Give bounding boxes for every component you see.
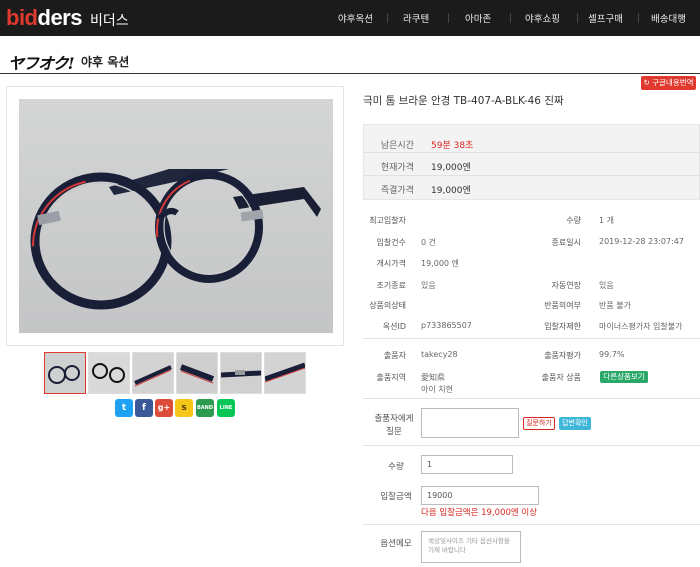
quantity-info-value: 1 개 — [599, 216, 614, 225]
price-box: 남은시간 59분 38초 현재가격 19,000엔 즉결가격 19,000엔 — [363, 124, 700, 200]
buyout-price-row: 즉결가격 19,000엔 — [364, 176, 700, 200]
google-plus-icon[interactable]: g+ — [155, 399, 173, 417]
nav-amazon[interactable]: 아마존 — [465, 11, 491, 25]
quantity-label: 수량 — [388, 462, 404, 472]
twitter-icon[interactable]: t — [115, 399, 133, 417]
section-divider — [0, 73, 700, 74]
google-translate-button[interactable]: ↻ 구글내용번역 — [641, 76, 696, 90]
section-title: 야후 옥션 — [81, 55, 130, 69]
band-icon[interactable]: BAND — [196, 399, 214, 417]
ask-question-button[interactable]: 질문하기 — [523, 417, 555, 430]
current-price-row: 현재가격 19,000엔 — [364, 153, 700, 177]
top-bidder-label: 최고입찰자 — [369, 216, 406, 225]
nav-divider — [448, 13, 449, 23]
question-textarea[interactable] — [421, 408, 519, 438]
end-date-value: 2019-12-28 23:07:47 — [599, 237, 684, 246]
condition-label: 상품의상태 — [369, 301, 406, 310]
early-end-label: 조기종료 — [376, 281, 406, 290]
bidder-restriction-label: 입찰자제한 — [544, 322, 581, 331]
returns-value: 반품 불가 — [599, 301, 631, 310]
nav-rakuten[interactable]: 라쿠텐 — [403, 11, 429, 25]
current-price-value: 19,000엔 — [431, 163, 471, 173]
thumbnail-2[interactable] — [88, 352, 130, 394]
glasses-image — [19, 99, 333, 333]
quantity-info-label: 수량 — [566, 216, 581, 225]
thumbnail-5[interactable] — [220, 352, 262, 394]
bid-amount-label: 입찰금액 — [380, 492, 412, 502]
other-products-button[interactable]: 다른상품보기 — [600, 371, 648, 383]
question-divider — [363, 445, 700, 446]
product-title: 극미 톰 브라운 안경 TB-407-A-BLK-46 진짜 — [363, 95, 564, 107]
returns-label: 반품의여부 — [544, 301, 581, 310]
nav-divider — [387, 13, 388, 23]
remaining-time-label: 남은시간 — [380, 141, 414, 151]
facebook-icon[interactable]: f — [135, 399, 153, 417]
seller-value[interactable]: takecy28 — [421, 350, 458, 359]
bid-count-label: 입찰건수 — [376, 238, 406, 247]
yahoo-auction-logo: ヤフオク! — [8, 54, 75, 73]
end-date-label: 종료일시 — [551, 238, 581, 247]
bidders-logo[interactable]: bidders — [6, 5, 82, 31]
start-price-value: 19,000 엔 — [421, 259, 459, 268]
bidder-restriction-value: 마이너스평가자 입찰불가 — [599, 322, 683, 331]
early-end-value: 있음 — [421, 281, 436, 290]
auction-id-label: 옥션ID — [382, 322, 406, 331]
buyout-price-value: 19,000엔 — [431, 186, 471, 196]
auto-extend-value: 있음 — [599, 281, 614, 290]
bid-count-value: 0 건 — [421, 238, 436, 247]
info-divider — [363, 338, 700, 339]
seller-region-label: 출품지역 — [376, 373, 406, 382]
thumbnail-strip — [44, 352, 306, 394]
nav-yahoo-auction[interactable]: 야후옥션 — [338, 11, 373, 25]
nav-yahoo-shopping[interactable]: 야후쇼핑 — [525, 11, 560, 25]
product-image[interactable] — [19, 99, 333, 333]
bid-divider — [363, 524, 700, 525]
nav-divider — [577, 13, 578, 23]
seller-label: 출품자 — [383, 351, 406, 360]
thumbnail-1[interactable] — [44, 352, 86, 394]
nav-divider — [638, 13, 639, 23]
start-price-label: 개시가격 — [376, 259, 406, 268]
thumbnail-4[interactable] — [176, 352, 218, 394]
nav-self-purchase[interactable]: 셀프구매 — [588, 11, 623, 25]
thumbnail-3[interactable] — [132, 352, 174, 394]
current-price-label: 현재가격 — [380, 163, 414, 173]
line-icon[interactable]: LINE — [217, 399, 235, 417]
seller-divider — [363, 398, 700, 399]
auction-id-value: p733865507 — [421, 321, 472, 330]
seller-rating-label: 출품자평가 — [544, 351, 581, 360]
view-answer-button[interactable]: 답변확인 — [559, 417, 591, 430]
buyout-price-label: 즉결가격 — [380, 186, 414, 196]
bidders-logo-kr[interactable]: 비더스 — [90, 10, 129, 30]
nav-shipping-agent[interactable]: 배송대행 — [651, 11, 686, 25]
top-bar: bidders 비더스 야후옥션 라쿠텐 아마존 야후쇼핑 셀프구매 배송대행 — [0, 0, 700, 36]
seller-products-label: 출품자 상품 — [541, 373, 581, 382]
seller-region-translated: 아이 치현 — [421, 385, 453, 394]
question-label-2: 질문 — [386, 427, 402, 437]
kakaostory-icon[interactable]: s — [175, 399, 193, 417]
product-image-frame — [6, 86, 344, 346]
option-memo-textarea[interactable]: 색상및사이즈 기타 옵션사항을 기제 바랍니다 — [421, 531, 521, 563]
auto-extend-label: 자동연장 — [551, 281, 581, 290]
seller-rating-value: 99.7% — [599, 350, 625, 359]
option-memo-label: 옵션메모 — [380, 539, 412, 549]
seller-region-value: 愛知県 — [421, 373, 445, 382]
nav-divider — [510, 13, 511, 23]
remaining-time-value: 59분 38초 — [431, 141, 474, 151]
question-label: 출품자에게 — [374, 414, 414, 424]
thumbnail-6[interactable] — [264, 352, 306, 394]
quantity-input[interactable]: 1 — [421, 455, 513, 474]
next-bid-note: 다음 입찰금액은 19,000엔 이상 — [421, 508, 538, 518]
bid-amount-input[interactable]: 19000 — [421, 486, 539, 505]
